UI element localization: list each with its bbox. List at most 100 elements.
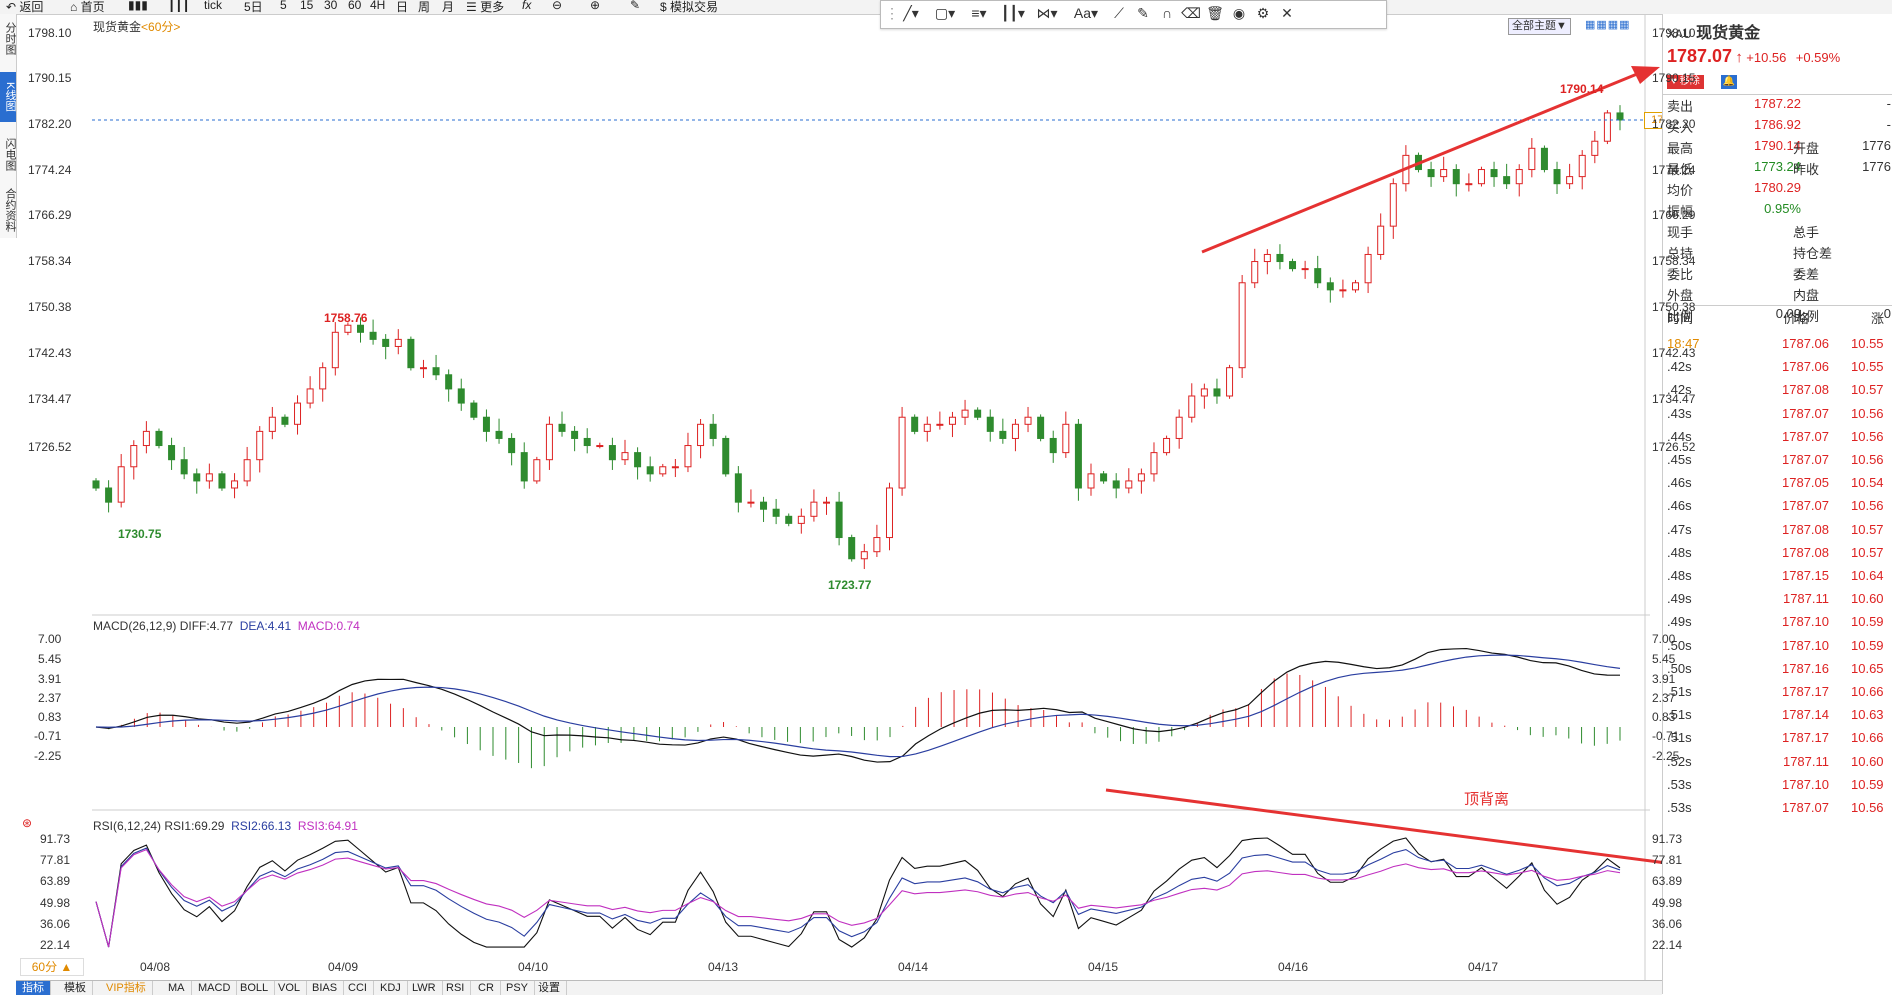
tab-cr[interactable]: CR (472, 981, 501, 995)
candle-body (508, 437, 516, 454)
macd-tick-right-5: -0.71 (1652, 729, 1680, 743)
tick-price: 1787.08 (1782, 521, 1829, 537)
candle-body (885, 487, 893, 539)
divider (1663, 305, 1892, 306)
tick-price: 1787.11 (1782, 753, 1829, 769)
candle-body (319, 367, 327, 390)
candle-body (407, 338, 415, 369)
candle-body (646, 466, 654, 475)
candle-body (1276, 253, 1284, 263)
tick-price: 1787.17 (1782, 730, 1829, 746)
y-tick-right-9: 1726.52 (1652, 440, 1696, 454)
rsi-settings-icon[interactable]: ⊛ (22, 816, 32, 830)
tab-ma[interactable]: MA (162, 981, 192, 995)
tick-price: 1787.17 (1782, 684, 1829, 699)
quote-row-value: 1780.29 (1754, 180, 1801, 195)
y-tick-left-0: 1798.10 (28, 26, 72, 40)
tab-vol[interactable]: VOL (272, 981, 308, 995)
candle-body (1377, 225, 1385, 255)
candle-body (634, 452, 642, 468)
candle-body (1490, 169, 1498, 178)
rsi-header: RSI(6,12,24) RSI1:69.29 RSI2:66.13 RSI3:… (93, 819, 358, 833)
macd-tick-left-6: -2.25 (34, 749, 62, 763)
candle-body (986, 416, 994, 432)
tick-change: 10.55 (1851, 359, 1884, 375)
low-price-label-1: 1730.75 (118, 527, 162, 541)
macd-tick-left-1: 5.45 (38, 652, 62, 666)
quote-row-label-2: 持仓差 (1793, 246, 1833, 261)
candle-body (1452, 169, 1460, 185)
rsi-tick-right-2: 63.89 (1652, 874, 1683, 888)
candle-body (936, 423, 944, 426)
tab-rsi[interactable]: RSI (440, 981, 472, 995)
tick-change: 10.59 (1851, 637, 1884, 653)
tab-kdj[interactable]: KDJ (374, 981, 408, 995)
tab-bias[interactable]: BIAS (306, 981, 345, 995)
candle-body (571, 430, 579, 439)
candle-body (1087, 473, 1095, 489)
macd-tick-right-3: 2.37 (1652, 691, 1676, 705)
tab-psy[interactable]: PSY (500, 981, 536, 995)
bell-icon[interactable]: 🔔 (1721, 75, 1737, 89)
recent-high-label: 1790.14 (1560, 82, 1604, 96)
y-tick-right-4: 1766.29 (1652, 208, 1696, 222)
quote-row-label-2: 昨收 (1793, 162, 1820, 177)
tick-price: 1787.06 (1782, 336, 1829, 351)
tab-lwr[interactable]: LWR (406, 981, 443, 995)
tab-indicator[interactable]: 指标 (16, 981, 51, 995)
candle-body (344, 324, 352, 333)
macd-diff-value: DIFF:4.77 (179, 619, 234, 633)
tick-change: 10.59 (1851, 614, 1884, 630)
divergence-label: 顶背离 (1464, 791, 1510, 808)
candle-body (142, 430, 150, 447)
tick-price: 1787.10 (1782, 614, 1829, 630)
candle-body (1238, 282, 1246, 369)
period-switch-button[interactable]: 60分 ▲ (20, 958, 84, 976)
tick-change: 10.54 (1851, 475, 1884, 491)
quote-row-label-2: 开盘 (1793, 141, 1820, 156)
tab-vip-indicator[interactable]: VIP指标 (100, 981, 153, 995)
x-date-0415: 04/15 (1088, 960, 1119, 974)
candle-body (1251, 261, 1259, 284)
quote-row-label: 卖出 (1667, 99, 1694, 114)
tick-change: 10.56 (1851, 428, 1884, 444)
candle-body (117, 466, 125, 503)
tick-price: 1787.07 (1782, 800, 1829, 815)
candle-body (1188, 395, 1196, 418)
tick-price: 1787.08 (1782, 382, 1829, 398)
rsi2-value: RSI2:66.13 (231, 819, 292, 833)
tick-price: 1787.14 (1782, 707, 1829, 723)
tab-settings[interactable]: 设置 (532, 981, 567, 995)
macd-tick-right-1: 5.45 (1652, 652, 1676, 666)
tab-cci[interactable]: CCI (342, 981, 374, 995)
y-tick-left-1: 1790.15 (28, 71, 72, 85)
tab-template[interactable]: 模板 (58, 981, 93, 995)
macd-tick-right-6: -2.25 (1652, 749, 1680, 763)
candle-body (810, 501, 818, 517)
candle-body (105, 487, 113, 503)
macd-dea-line (95, 654, 1621, 758)
chart-canvas[interactable] (0, 0, 1662, 980)
y-tick-left-8: 1734.47 (28, 392, 72, 406)
candle-body (533, 459, 541, 482)
tick-change: 10.57 (1851, 382, 1884, 398)
candle-body (1213, 388, 1221, 397)
rsi-tick-right-0: 91.73 (1652, 832, 1683, 846)
rsi3-line (95, 848, 1621, 948)
candle-body (445, 374, 453, 390)
rsi-tick-right-3: 49.98 (1652, 896, 1683, 910)
tick-time: .48s (1667, 544, 1692, 560)
tick-change: 10.57 (1851, 521, 1884, 537)
quote-row-value: - (1796, 285, 1801, 300)
tab-boll[interactable]: BOLL (234, 981, 276, 995)
tick-time: .46s (1667, 475, 1692, 491)
macd-tick-left-4: 0.83 (38, 710, 62, 724)
tab-macd[interactable]: MACD (192, 981, 238, 995)
quote-row-value: - (1796, 264, 1801, 279)
candle-body (1515, 169, 1523, 185)
candle-body (558, 423, 566, 432)
y-tick-left-7: 1742.43 (28, 346, 72, 360)
candle-body (1326, 282, 1334, 291)
macd-tick-right-4: 0.83 (1652, 710, 1676, 724)
tick-price: 1787.07 (1782, 428, 1829, 444)
